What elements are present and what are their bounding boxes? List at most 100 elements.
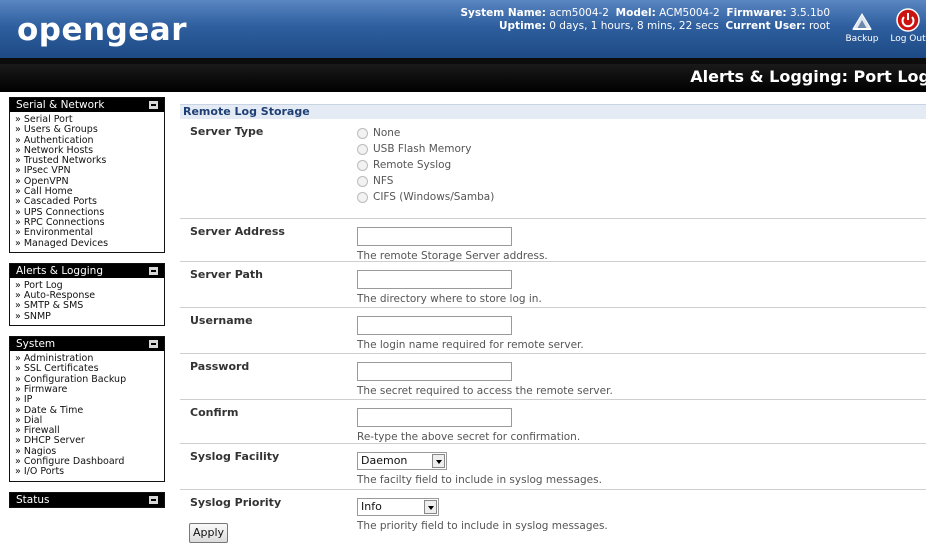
- header-bar: opengear System Name: acm5004-2 Model: A…: [0, 0, 926, 58]
- password-field: The secret required to access the remote…: [357, 362, 613, 397]
- radio-label: CIFS (Windows/Samba): [373, 191, 495, 203]
- section-title: Remote Log Storage: [180, 104, 926, 119]
- apply-button[interactable]: Apply: [189, 523, 228, 543]
- radio-button[interactable]: [357, 191, 368, 203]
- firmware-label: Firmware:: [726, 7, 787, 19]
- menu-header: Alerts & Logging: [10, 263, 164, 278]
- menu-title: Alerts & Logging: [16, 264, 103, 277]
- menu-header: Serial & Network: [10, 98, 164, 112]
- confirm-input[interactable]: [357, 408, 512, 427]
- sidebar-item-snmp[interactable]: SNMP: [15, 311, 164, 322]
- backup-icon: [852, 13, 872, 30]
- password-label: Password: [190, 360, 250, 373]
- sidebar-item-firmware[interactable]: Firmware: [15, 384, 164, 395]
- radio-option-nfs[interactable]: NFS: [357, 173, 494, 189]
- menu-title: Serial & Network: [16, 99, 105, 111]
- current-user-label: Current User:: [725, 20, 806, 32]
- system-info: System Name: acm5004-2 Model: ACM5004-2 …: [460, 7, 830, 33]
- collapse-icon[interactable]: [149, 340, 158, 349]
- backup-button[interactable]: Backup: [842, 8, 882, 44]
- system-info-line-2: Uptime: 0 days, 1 hours, 8 mins, 22 secs…: [460, 20, 830, 33]
- menu-header: System: [10, 337, 164, 352]
- page-title: Alerts & Logging: Port Log: [690, 67, 926, 86]
- collapse-icon[interactable]: [149, 495, 158, 504]
- syslog-priority-field: Info The priority field to include in sy…: [357, 498, 608, 532]
- server-type-row: Server Type None USB Flash Memory Remote…: [180, 119, 926, 219]
- server-address-label: Server Address: [190, 225, 285, 238]
- radio-option-usb-flash-memory[interactable]: USB Flash Memory: [357, 141, 494, 157]
- radio-button[interactable]: [357, 143, 368, 155]
- sidebar-item-io-ports[interactable]: I/O Ports: [15, 467, 164, 478]
- syslog-priority-hint: The priority field to include in syslog …: [357, 520, 608, 532]
- system-name-label: System Name:: [460, 7, 546, 19]
- server-type-label: Server Type: [190, 125, 264, 138]
- model-label: Model:: [615, 7, 656, 19]
- server-address-hint: The remote Storage Server address.: [357, 250, 548, 262]
- radio-label: None: [373, 127, 401, 139]
- password-row: Password The secret required to access t…: [180, 354, 926, 400]
- menu-title: Status: [16, 493, 50, 506]
- radio-button[interactable]: [357, 127, 368, 139]
- username-hint: The login name required for remote serve…: [357, 339, 584, 351]
- sidebar-item-managed-devices[interactable]: Managed Devices: [15, 238, 164, 249]
- radio-label: NFS: [373, 175, 394, 187]
- menu-serial-network: Serial & Network Serial Port Users & Gro…: [9, 97, 165, 253]
- radio-button[interactable]: [357, 159, 368, 171]
- menu-title: System: [16, 338, 56, 351]
- syslog-facility-row: Syslog Facility Daemon The facilty field…: [180, 444, 926, 490]
- syslog-priority-select[interactable]: Info: [357, 498, 439, 516]
- title-bar: Alerts & Logging: Port Log: [0, 58, 926, 92]
- password-input[interactable]: [357, 362, 512, 381]
- menu-alerts-logging: Alerts & Logging Port Log Auto-Response …: [9, 262, 165, 327]
- radio-option-none[interactable]: None: [357, 125, 494, 141]
- current-user-value: root: [808, 20, 830, 32]
- server-path-hint: The directory where to store log in.: [357, 293, 542, 305]
- confirm-hint: Re-type the above secret for confirmatio…: [357, 431, 581, 443]
- radio-option-cifs[interactable]: CIFS (Windows/Samba): [357, 189, 494, 205]
- syslog-facility-field: Daemon The facilty field to include in s…: [357, 452, 602, 486]
- chevron-down-icon[interactable]: [424, 500, 437, 514]
- server-address-row: Server Address The remote Storage Server…: [180, 219, 926, 262]
- syslog-priority-value: Info: [361, 500, 382, 513]
- syslog-facility-hint: The facilty field to include in syslog m…: [357, 474, 602, 486]
- uptime-value: 0 days, 1 hours, 8 mins, 22 secs: [549, 20, 719, 32]
- syslog-priority-label: Syslog Priority: [190, 496, 282, 509]
- sidebar: Serial & Network Serial Port Users & Gro…: [9, 97, 165, 518]
- radio-button[interactable]: [357, 175, 368, 187]
- server-address-field: The remote Storage Server address.: [357, 227, 548, 262]
- radio-option-remote-syslog[interactable]: Remote Syslog: [357, 157, 494, 173]
- password-hint: The secret required to access the remote…: [357, 385, 613, 397]
- syslog-facility-select[interactable]: Daemon: [357, 452, 447, 470]
- sidebar-item-ip[interactable]: IP: [15, 394, 164, 405]
- username-label: Username: [190, 314, 253, 327]
- syslog-priority-row: Syslog Priority Info The priority field …: [180, 490, 926, 535]
- menu-items: Administration SSL Certificates Configur…: [10, 351, 164, 481]
- username-input[interactable]: [357, 316, 512, 335]
- server-path-label: Server Path: [190, 268, 263, 281]
- server-type-radios: None USB Flash Memory Remote Syslog NFS …: [357, 125, 494, 205]
- menu-header: Status: [10, 492, 164, 507]
- logout-label: Log Out: [890, 34, 926, 44]
- collapse-icon[interactable]: [149, 101, 158, 109]
- server-address-input[interactable]: [357, 227, 512, 246]
- system-name-value: acm5004-2: [549, 7, 609, 19]
- system-info-line-1: System Name: acm5004-2 Model: ACM5004-2 …: [460, 7, 830, 20]
- collapse-icon[interactable]: [149, 266, 158, 275]
- main-content: Remote Log Storage Server Type None USB …: [180, 104, 926, 535]
- uptime-label: Uptime:: [499, 20, 546, 32]
- opengear-logo: opengear: [17, 12, 188, 48]
- server-path-row: Server Path The directory where to store…: [180, 262, 926, 308]
- menu-items: Serial Port Users & Groups Authenticatio…: [10, 112, 164, 252]
- firmware-value: 3.5.1b0: [789, 7, 830, 19]
- syslog-facility-value: Daemon: [361, 454, 408, 467]
- chevron-down-icon[interactable]: [432, 454, 445, 468]
- confirm-row: Confirm Re-type the above secret for con…: [180, 400, 926, 444]
- server-path-input[interactable]: [357, 270, 512, 289]
- logout-button[interactable]: Log Out: [888, 8, 926, 44]
- radio-label: Remote Syslog: [373, 159, 452, 171]
- confirm-field: Re-type the above secret for confirmatio…: [357, 408, 580, 443]
- radio-label: USB Flash Memory: [373, 143, 472, 155]
- username-row: Username The login name required for rem…: [180, 308, 926, 354]
- username-field: The login name required for remote serve…: [357, 316, 584, 351]
- model-value: ACM5004-2: [659, 7, 720, 19]
